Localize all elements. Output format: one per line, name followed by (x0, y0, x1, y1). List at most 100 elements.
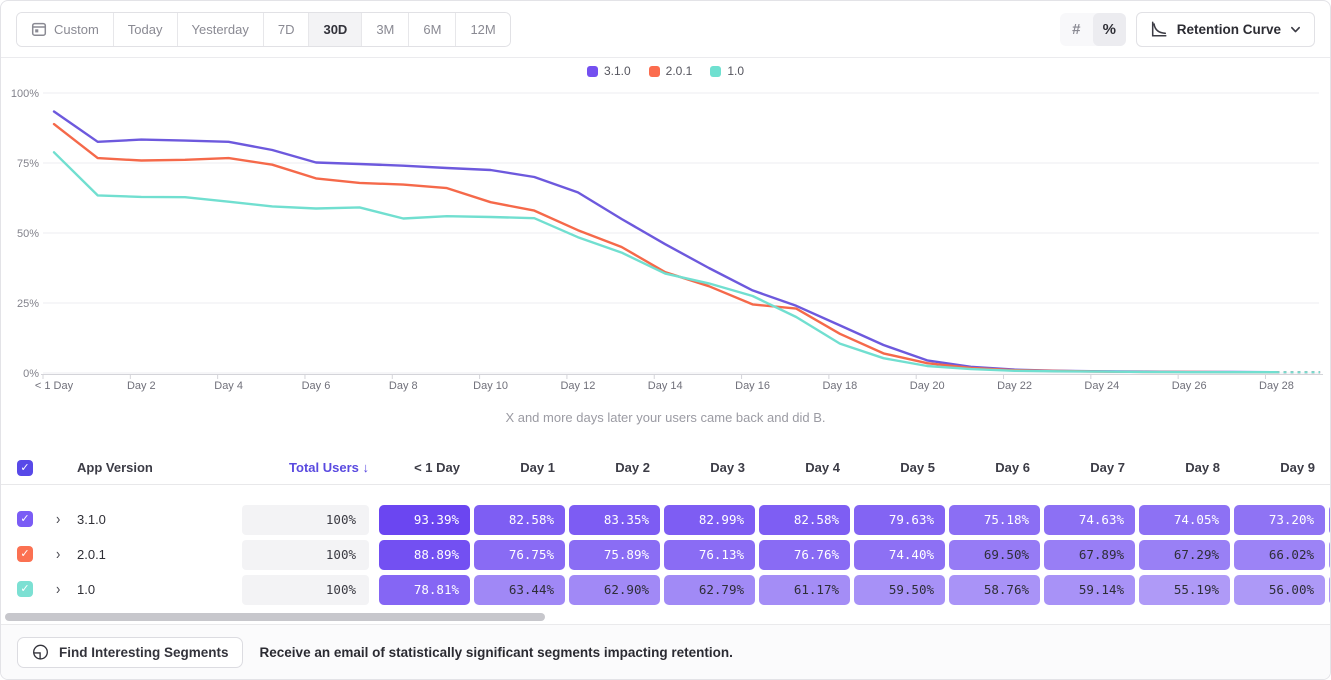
range-label: Custom (54, 22, 99, 37)
range-label: Today (128, 22, 163, 37)
segments-icon (31, 643, 50, 662)
chart-type-dropdown[interactable]: Retention Curve (1136, 12, 1315, 47)
find-interesting-segments-button[interactable]: Find Interesting Segments (17, 637, 243, 668)
scrollbar-thumb[interactable] (5, 613, 545, 621)
range-label: Yesterday (192, 22, 249, 37)
retention-curve-icon (1150, 20, 1168, 38)
retention-cell[interactable]: 67.89% (1044, 540, 1135, 570)
y-axis-label: 25% (17, 298, 39, 310)
retention-cell[interactable]: 56.00% (1234, 575, 1325, 605)
retention-cell[interactable]: 59.14% (1044, 575, 1135, 605)
retention-cell[interactable]: 82.58% (474, 505, 565, 535)
expand-chevron-icon[interactable]: › (56, 510, 60, 528)
range-button-12m[interactable]: 12M (456, 13, 509, 46)
row-checkbox[interactable]: ✓ (17, 511, 33, 527)
table-row-3.1.0: ✓›3.1.0100%93.39%82.58%83.35%82.99%82.58… (1, 503, 1330, 538)
footer-message: Receive an email of statistically signif… (260, 645, 733, 660)
series-line-3.1.0[interactable] (54, 112, 1277, 373)
retention-cell[interactable]: 76.75% (474, 540, 565, 570)
chevron-down-icon (1290, 24, 1301, 35)
retention-cell[interactable]: 55.70% (1329, 575, 1330, 605)
x-axis-label: Day 4 (214, 380, 243, 392)
total-users-cell: 100% (242, 505, 369, 535)
retention-cell[interactable]: 78.81% (379, 575, 470, 605)
retention-cell[interactable]: 61.00% (1329, 540, 1330, 570)
retention-cell[interactable]: 69.50% (949, 540, 1040, 570)
retention-cell[interactable]: 67.29% (1139, 540, 1230, 570)
column-day-2: Day 2 (569, 460, 660, 475)
retention-cell[interactable]: 83.35% (569, 505, 660, 535)
range-button-7d[interactable]: 7D (264, 13, 310, 46)
y-axis-label: 100% (11, 88, 39, 100)
retention-cell[interactable]: 62.90% (569, 575, 660, 605)
range-button-6m[interactable]: 6M (409, 13, 456, 46)
retention-cell[interactable]: 76.13% (664, 540, 755, 570)
row-checkbox[interactable]: ✓ (17, 546, 33, 562)
range-button-yesterday[interactable]: Yesterday (178, 13, 264, 46)
x-axis-label: Day 12 (560, 380, 595, 392)
retention-cell[interactable]: 61.17% (759, 575, 850, 605)
range-button-30d[interactable]: 30D (309, 13, 362, 46)
retention-line-chart[interactable]: 0%25%50%75%100%< 1 DayDay 2Day 4Day 6Day… (1, 58, 1331, 398)
range-button-3m[interactable]: 3M (362, 13, 409, 46)
retention-cell[interactable]: 72.50% (1329, 505, 1330, 535)
retention-cell[interactable]: 74.05% (1139, 505, 1230, 535)
expand-chevron-icon[interactable]: › (56, 580, 60, 598)
retention-cell[interactable]: 63.44% (474, 575, 565, 605)
retention-cell[interactable]: 76.76% (759, 540, 850, 570)
y-axis-label: 50% (17, 228, 39, 240)
retention-cell[interactable]: 88.89% (379, 540, 470, 570)
retention-cell[interactable]: 93.39% (379, 505, 470, 535)
retention-cell[interactable]: 55.19% (1139, 575, 1230, 605)
column-day-0: < 1 Day (379, 460, 470, 475)
retention-cell[interactable]: 62.79% (664, 575, 755, 605)
retention-cell[interactable]: 82.99% (664, 505, 755, 535)
retention-cell[interactable]: 73.20% (1234, 505, 1325, 535)
column-day-8: Day 8 (1139, 460, 1230, 475)
footer-bar: Find Interesting Segments Receive an ema… (1, 624, 1330, 679)
column-app-version: App Version (77, 460, 153, 475)
x-axis-label: Day 14 (648, 380, 683, 392)
chart-caption: X and more days later your users came ba… (1, 410, 1330, 425)
series-line-1.0[interactable] (54, 152, 1277, 372)
range-label: 6M (423, 22, 441, 37)
row-checkbox[interactable]: ✓ (17, 581, 33, 597)
total-users-cell: 100% (242, 540, 369, 570)
retention-cell[interactable]: 75.89% (569, 540, 660, 570)
retention-chart: 3.1.02.0.11.0 0%25%50%75%100%< 1 DayDay … (1, 58, 1330, 452)
column-day-3: Day 3 (664, 460, 755, 475)
percent-format-button[interactable]: % (1093, 13, 1126, 46)
x-axis-label: Day 2 (127, 380, 156, 392)
chart-type-label: Retention Curve (1177, 22, 1281, 37)
range-button-today[interactable]: Today (114, 13, 178, 46)
x-axis-label: Day 20 (910, 380, 945, 392)
app-version-label: 2.0.1 (77, 547, 106, 562)
number-format-button[interactable]: # (1060, 13, 1093, 46)
column-day-4: Day 4 (759, 460, 850, 475)
retention-cell[interactable]: 66.02% (1234, 540, 1325, 570)
toolbar: Custom Today Yesterday 7D 30D 3M 6M 12M # % Ret… (1, 1, 1330, 58)
value-format-toggle: # % (1060, 13, 1126, 46)
app-version-label: 3.1.0 (77, 512, 106, 527)
column-total-users-sort[interactable]: Total Users ↓ (242, 460, 369, 475)
x-axis-label: < 1 Day (35, 380, 74, 392)
retention-cell[interactable]: 59.50% (854, 575, 945, 605)
calendar-icon (31, 21, 47, 37)
range-label: 7D (278, 22, 295, 37)
range-label: 12M (470, 22, 495, 37)
range-label: 3M (376, 22, 394, 37)
series-line-2.0.1[interactable] (54, 124, 1277, 372)
retention-cell[interactable]: 82.58% (759, 505, 850, 535)
horizontal-scrollbar[interactable] (1, 611, 1330, 624)
retention-cell[interactable]: 58.76% (949, 575, 1040, 605)
retention-cell[interactable]: 74.40% (854, 540, 945, 570)
range-label: 30D (323, 22, 347, 37)
retention-cell[interactable]: 75.18% (949, 505, 1040, 535)
x-axis-label: Day 26 (1172, 380, 1207, 392)
table-header: ✓ App Version Total Users ↓ < 1 DayDay 1… (1, 452, 1330, 485)
select-all-checkbox[interactable]: ✓ (17, 460, 33, 476)
retention-cell[interactable]: 74.63% (1044, 505, 1135, 535)
expand-chevron-icon[interactable]: › (56, 545, 60, 563)
retention-cell[interactable]: 79.63% (854, 505, 945, 535)
range-button-custom[interactable]: Custom (17, 13, 114, 46)
